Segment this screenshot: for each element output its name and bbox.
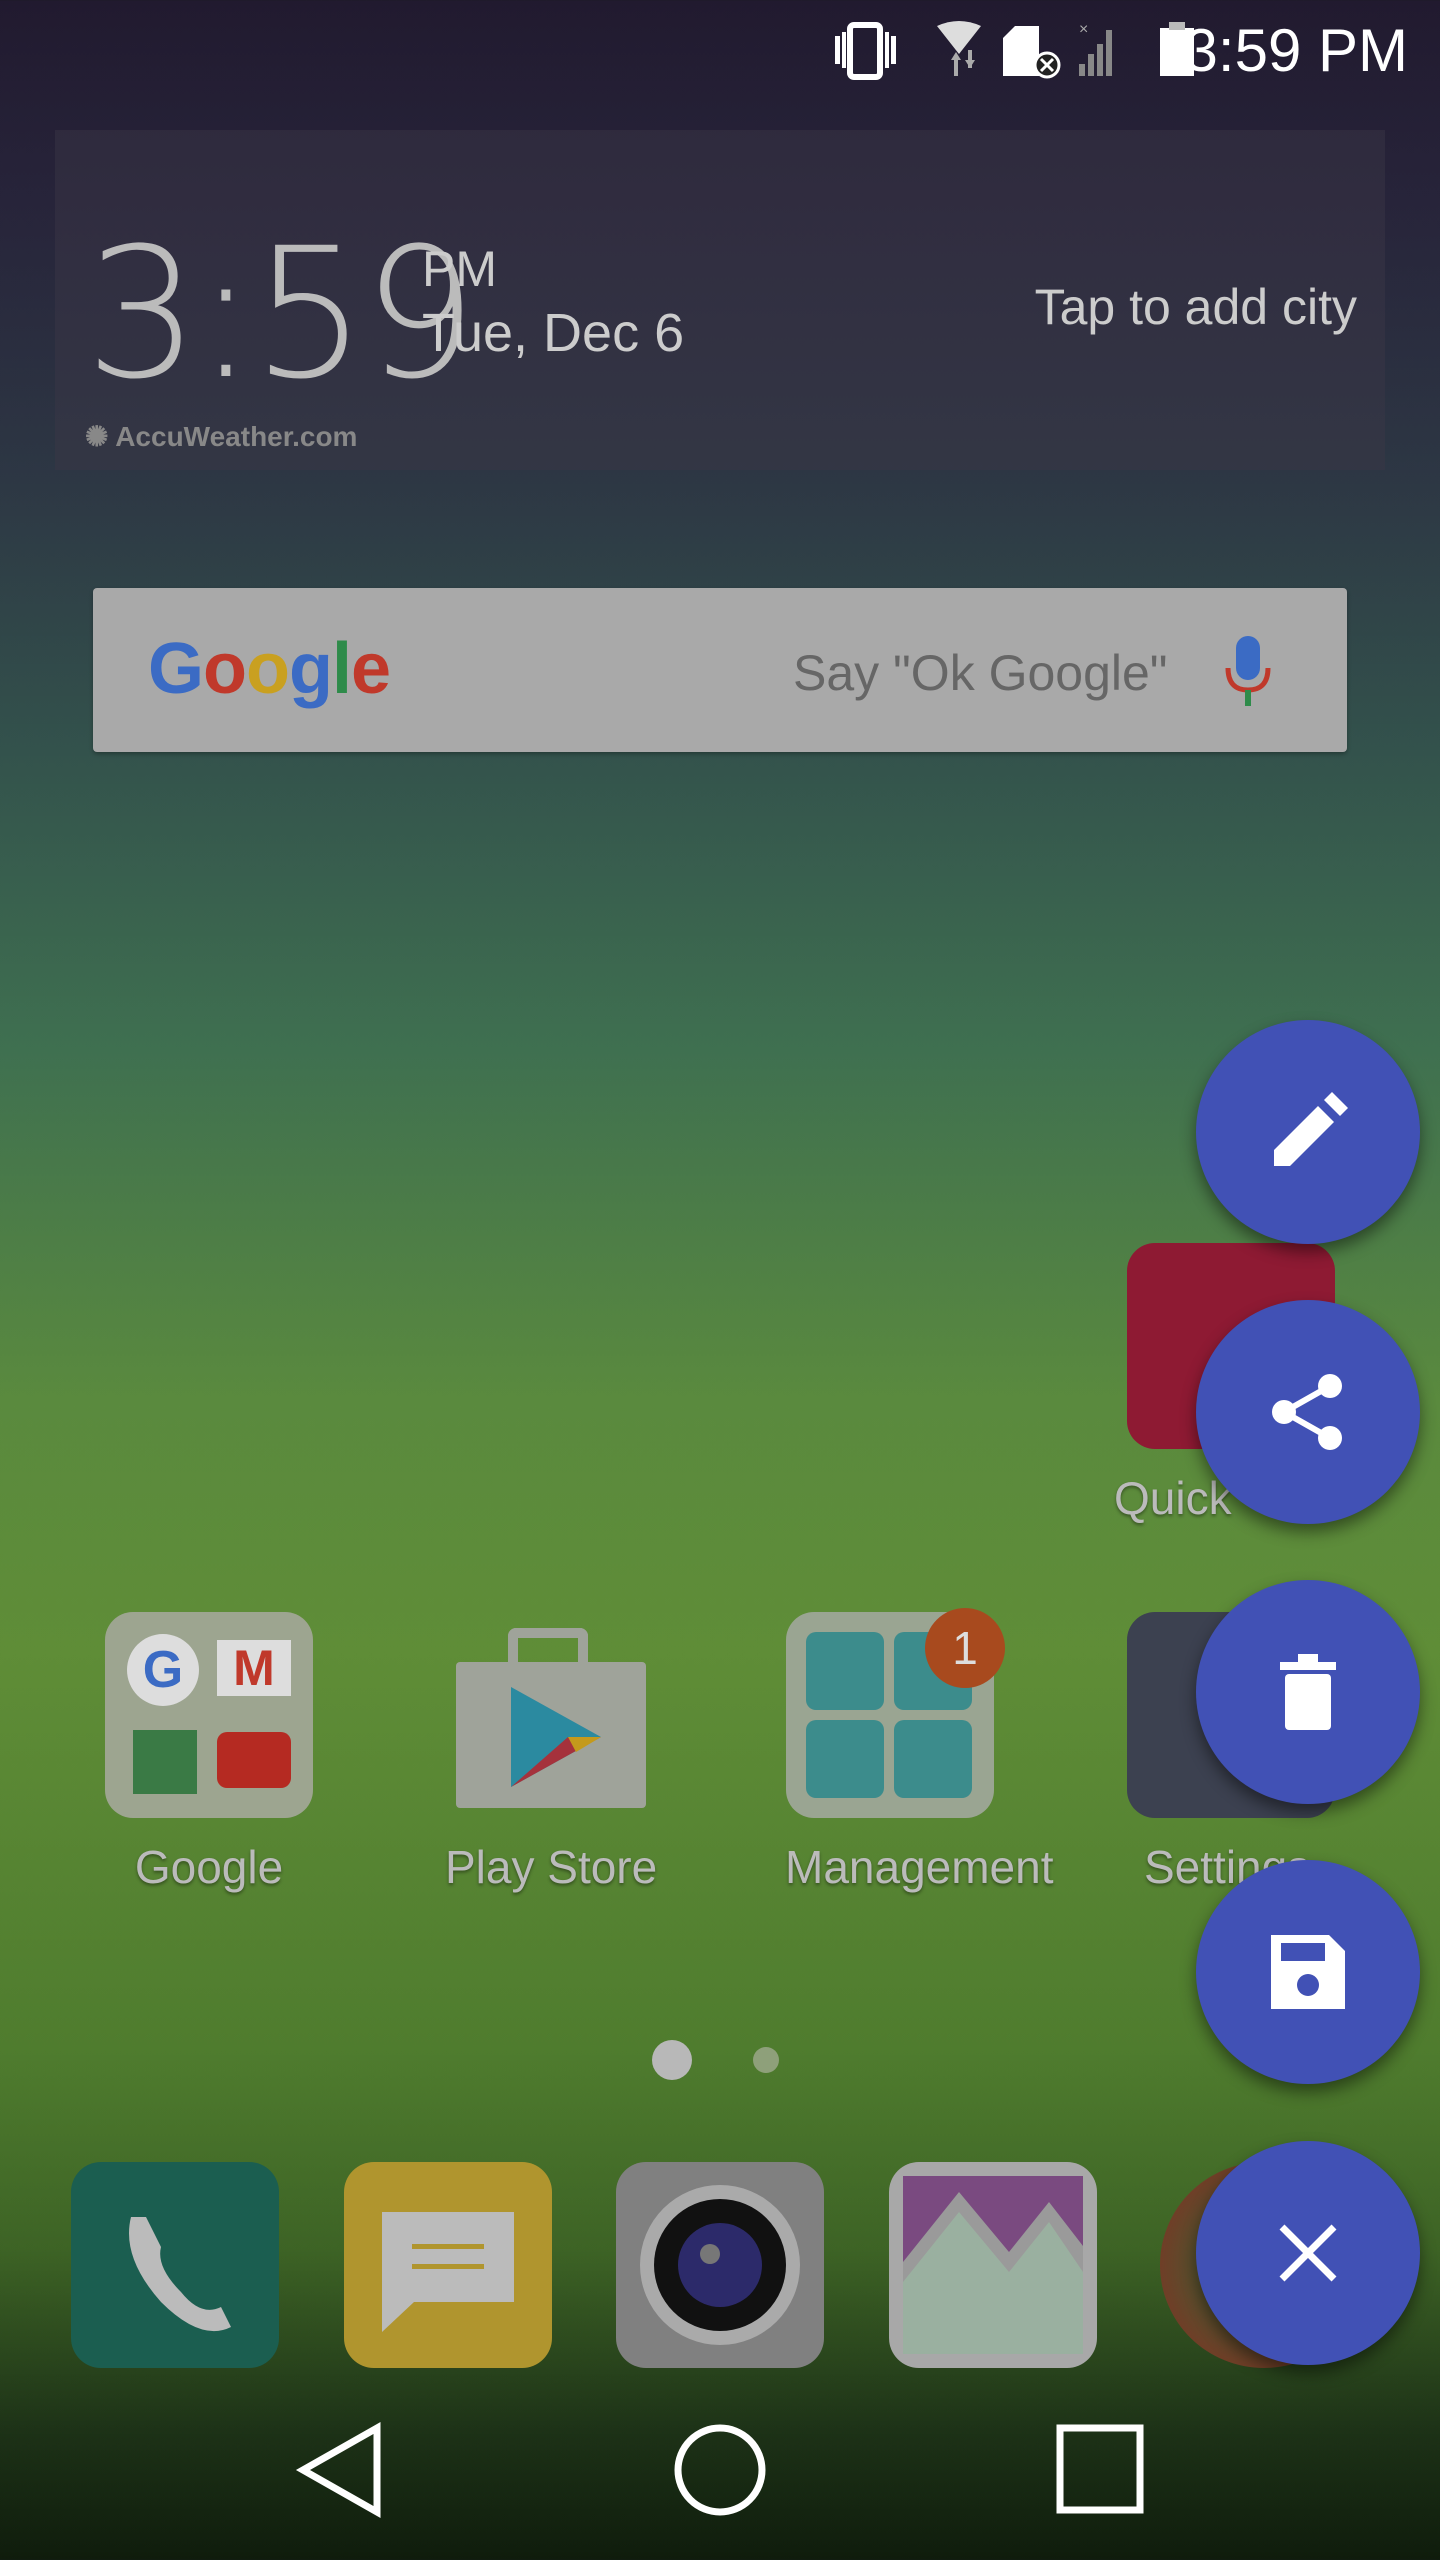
share-button[interactable] <box>1196 1300 1420 1524</box>
camera-icon <box>640 2185 800 2345</box>
recents-icon[interactable] <box>1056 2420 1146 2516</box>
delete-button[interactable] <box>1196 1580 1420 1804</box>
google-logo: Google <box>148 629 391 709</box>
widget-ampm: PM <box>422 241 497 297</box>
messages-icon <box>382 2212 514 2332</box>
page-indicator-active[interactable] <box>652 2040 692 2080</box>
app-label: Google <box>134 1841 284 1893</box>
page-indicator[interactable] <box>753 2047 779 2073</box>
notification-badge: 1 <box>925 1608 1005 1688</box>
home-icon[interactable] <box>672 2420 768 2516</box>
accuweather-logo: ✺ AccuWeather.com <box>85 420 357 453</box>
back-icon[interactable] <box>295 2420 385 2520</box>
svg-text:×: × <box>1079 21 1088 38</box>
dock-gallery[interactable] <box>889 2162 1097 2368</box>
app-folder-management[interactable]: 1 Management <box>785 1608 1054 1894</box>
widget-clock: 3:59 <box>85 210 477 419</box>
widget-date: Tue, Dec 6 <box>422 303 685 363</box>
phone-icon <box>129 2217 231 2332</box>
edit-button[interactable] <box>1196 1020 1420 1244</box>
save-icon <box>1271 1935 1345 2009</box>
google-search-bar[interactable]: Google Say "Ok Google" <box>93 588 1347 752</box>
save-button[interactable] <box>1196 1860 1420 2084</box>
sun-icon: ✺ <box>85 421 116 452</box>
add-city-link[interactable]: Tap to add city <box>1035 278 1357 336</box>
status-time: 3:59 PM <box>1184 17 1408 84</box>
app-label: Play Store <box>445 1841 658 1893</box>
wifi-data-icon <box>937 21 981 76</box>
app-folder-google[interactable]: G M Google <box>104 1612 314 1894</box>
dock-camera[interactable] <box>616 2162 824 2368</box>
play-store-icon <box>446 1612 654 1818</box>
app-play-store[interactable]: Play Store <box>445 1612 658 1894</box>
edit-icon <box>1274 1092 1348 1166</box>
voice-hint: Say "Ok Google" <box>793 645 1168 701</box>
delete-icon <box>1280 1654 1336 1730</box>
provider-label: AccuWeather.com <box>115 421 358 452</box>
vibrate-icon <box>835 22 896 80</box>
share-icon <box>1272 1374 1342 1450</box>
google-folder-icon: G M <box>105 1612 313 1818</box>
dock-messages[interactable] <box>344 2162 552 2368</box>
dock-phone[interactable] <box>71 2162 279 2368</box>
sd-card-error-icon <box>1003 26 1061 79</box>
status-bar: × 3:59 PM <box>0 0 1440 100</box>
clock-weather-widget[interactable]: 3:59 PM Tue, Dec 6 Tap to add city ✺ Acc… <box>55 130 1385 470</box>
mic-icon[interactable] <box>1223 636 1273 708</box>
signal-no-sim-icon: × <box>1079 21 1112 76</box>
close-icon <box>1279 2224 1337 2282</box>
gallery-icon <box>903 2176 1083 2354</box>
app-label: Management <box>785 1841 1054 1893</box>
close-button[interactable] <box>1196 2141 1420 2365</box>
